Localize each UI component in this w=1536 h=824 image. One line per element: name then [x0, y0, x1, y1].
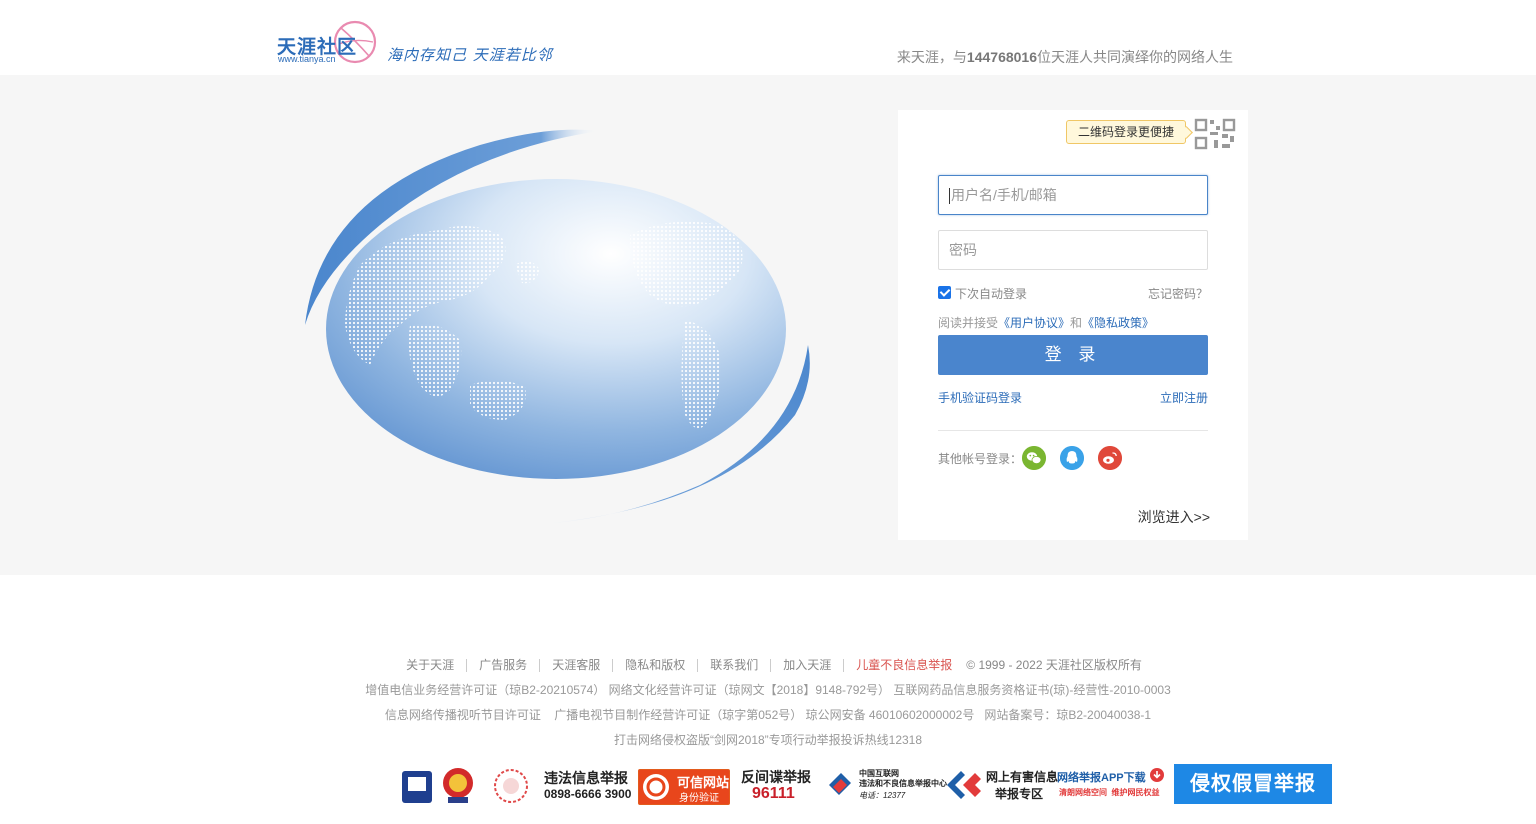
logo-slogan: 海内存知己 天涯若比邻	[387, 46, 553, 64]
illegal-report-title: 违法信息举报	[544, 770, 628, 786]
remember-row: 下次自动登录 忘记密码？	[938, 284, 1208, 302]
download-icon	[1150, 768, 1164, 782]
illegal-report-center-badge[interactable]: 中国互联网 违法和不良信息举报中心 电话：12377	[825, 765, 947, 805]
tianya-logo[interactable]: 天涯社区 www.tianya.cn 海内存知己 天涯若比邻	[277, 18, 562, 68]
username-input[interactable]: 用户名/手机/邮箱	[938, 175, 1208, 215]
harmful-info-title: 网上有害信息	[986, 770, 1059, 784]
footer-license-line-1: 增值电信业务经营许可证（琼B2-20210574） 网络文化经营许可证（琼网文【…	[365, 683, 1171, 697]
footer-badges: 违法信息举报 0898-6666 3900 可信网站 身份验证 反间谍举报 96…	[400, 764, 1340, 807]
wechat-icon[interactable]	[1022, 446, 1046, 470]
footer-hotline: 打击网络侵权盗版“剑网2018”专项行动举报投诉热线12318	[613, 733, 923, 747]
report-app-badge[interactable]: 网络举报APP下载 清朗网络空间 维护网民权益	[1055, 765, 1165, 805]
qr-code-icon[interactable]	[1194, 118, 1238, 152]
footer-license-line-2: 信息网络传播视听节目许可证 广播电视节目制作经营许可证（琼字第052号） 琼公网…	[384, 708, 1152, 722]
user-count: 144768016	[966, 49, 1037, 65]
report-center-icon	[829, 773, 851, 795]
password-input[interactable]: 密码	[938, 230, 1208, 270]
sms-login-link[interactable]: 手机验证码登录	[938, 389, 1022, 406]
password-placeholder: 密码	[949, 242, 977, 258]
trusted-site-badge[interactable]: 可信网站 身份验证	[638, 769, 730, 805]
logo-url: www.tianya.cn	[278, 54, 336, 64]
remember-label[interactable]: 下次自动登录	[955, 285, 1027, 302]
footer-link-privacy[interactable]: 隐私和版权	[613, 659, 699, 672]
footer-link-ads[interactable]: 广告服务	[467, 659, 541, 672]
tagline-suffix: 位天涯人共同演绎你的网络人生	[1037, 49, 1233, 65]
footer-copyright: © 1999 - 2022 天涯社区版权所有	[966, 658, 1142, 672]
anti-espionage-badge[interactable]: 反间谍举报 96111	[740, 765, 815, 805]
register-link[interactable]: 立即注册	[1160, 389, 1208, 406]
report-app-title: 网络举报APP下载	[1057, 772, 1146, 784]
header-tagline: 来天涯，与144768016位天涯人共同演绎你的网络人生	[897, 47, 1233, 67]
infringement-report-button[interactable]: 侵权假冒举报	[1174, 764, 1332, 804]
qq-icon[interactable]	[1060, 446, 1084, 470]
site-footer: 关于天涯 广告服务 天涯客服 隐私和版权 联系我们 加入天涯 儿童不良信息举报 © 1999 …	[0, 575, 1536, 824]
harmful-info-sub: 举报专区	[995, 787, 1044, 801]
text-caret	[949, 188, 950, 205]
report-seal-icon	[494, 769, 528, 803]
footer-link-service[interactable]: 天涯客服	[540, 659, 614, 672]
police-badge-icon[interactable]	[400, 765, 480, 805]
harmful-info-badge[interactable]: 网上有害信息 举报专区	[945, 765, 1059, 805]
qr-login-tip[interactable]: 二维码登录更便捷	[1066, 120, 1186, 144]
agreement-text: 阅读并接受《用户协议》和《隐私政策》	[938, 314, 1154, 331]
login-links-row: 手机验证码登录 立即注册	[938, 389, 1208, 407]
tagline-prefix: 来天涯，与	[896, 49, 967, 65]
footer-link-about[interactable]: 关于天涯	[394, 659, 468, 672]
main-area: 二维码登录更便捷 用户名/手机/邮箱 密码 下次自动登录 忘记密码？ 阅读并接受…	[0, 75, 1536, 575]
report-app-sub: 清朗网络空间 维护网民权益	[1059, 788, 1160, 797]
illegal-info-report-badge[interactable]: 违法信息举报 0898-6666 3900	[488, 765, 632, 805]
spy-report-title: 反间谍举报	[741, 769, 811, 785]
footer-link-contact[interactable]: 联系我们	[698, 659, 772, 672]
agree-and: 和	[1070, 316, 1083, 330]
globe-illustration	[305, 129, 810, 525]
remember-checkbox[interactable]	[938, 286, 951, 299]
browse-link[interactable]: 浏览进入>>	[1138, 507, 1210, 527]
report-center-phone: 电话：12377	[859, 791, 906, 800]
illegal-report-phone: 0898-6666 3900	[544, 787, 632, 801]
footer-link-child-report[interactable]: 儿童不良信息举报	[844, 659, 964, 672]
other-login-label: 其他帐号登录：	[938, 452, 1023, 466]
report-center-sub: 违法和不良信息举报中心	[859, 779, 947, 788]
login-panel: 二维码登录更便捷 用户名/手机/邮箱 密码 下次自动登录 忘记密码？ 阅读并接受…	[898, 110, 1248, 540]
footer-links: 关于天涯 广告服务 天涯客服 隐私和版权 联系我们 加入天涯 儿童不良信息举报 © 1999 …	[0, 656, 1536, 673]
footer-link-join[interactable]: 加入天涯	[771, 659, 845, 672]
forgot-password-link[interactable]: 忘记密码？	[1148, 285, 1208, 302]
divider	[938, 430, 1208, 431]
site-header: 天涯社区 www.tianya.cn 海内存知己 天涯若比邻 来天涯，与1447…	[0, 0, 1536, 75]
trusted-site-icon	[643, 774, 669, 800]
username-placeholder: 用户名/手机/邮箱	[951, 187, 1057, 203]
agree-prefix: 阅读并接受	[938, 316, 999, 330]
login-button[interactable]: 登 录	[938, 335, 1208, 375]
weibo-icon[interactable]	[1098, 446, 1122, 470]
harmful-info-icon	[947, 771, 981, 799]
privacy-policy-link[interactable]: 《隐私政策》	[1082, 316, 1154, 330]
user-agreement-link[interactable]: 《用户协议》	[998, 316, 1070, 330]
trusted-site-sub: 身份验证	[679, 793, 719, 804]
spy-report-phone: 96111	[752, 785, 795, 802]
